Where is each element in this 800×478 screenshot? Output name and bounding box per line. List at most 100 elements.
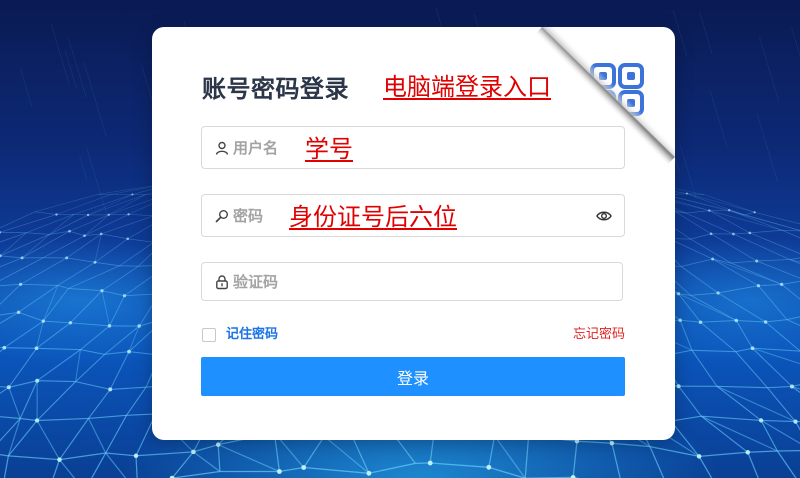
- network-link: [88, 414, 127, 419]
- network-link: [691, 349, 736, 353]
- network-node: [758, 418, 764, 423]
- network-link: [0, 416, 21, 420]
- network-link: [699, 12, 713, 55]
- network-node: [696, 454, 702, 459]
- network-link: [70, 322, 110, 327]
- network-link: [777, 449, 800, 452]
- network-link: [765, 321, 800, 352]
- network-node: [108, 387, 113, 392]
- network-node: [55, 213, 58, 216]
- network-link: [781, 284, 800, 300]
- network-link: [8, 387, 21, 419]
- network-node: [35, 378, 40, 383]
- network-link: [20, 257, 67, 285]
- network-link: [0, 255, 23, 259]
- network-node: [734, 318, 739, 323]
- network-link: [0, 211, 36, 229]
- login-title: 账号密码登录: [202, 75, 349, 103]
- login-button[interactable]: 登录: [201, 357, 625, 396]
- network-link: [59, 452, 106, 461]
- username-field-box: [201, 126, 625, 169]
- network-node: [41, 319, 46, 323]
- network-node: [131, 193, 134, 196]
- network-node: [711, 257, 715, 261]
- network-node: [107, 213, 111, 216]
- network-link: [690, 233, 712, 240]
- network-link: [94, 261, 120, 267]
- forgot-password-link[interactable]: 忘记密码: [573, 327, 625, 343]
- password-input[interactable]: [202, 195, 624, 236]
- network-node: [790, 384, 794, 389]
- network-node: [6, 385, 11, 390]
- remember-checkbox[interactable]: [202, 328, 216, 342]
- network-node: [16, 310, 21, 315]
- network-node: [676, 384, 681, 389]
- network-link: [716, 385, 768, 389]
- network-link: [52, 459, 61, 478]
- network-node: [126, 237, 130, 241]
- network-link: [767, 385, 793, 389]
- network-link: [34, 211, 57, 215]
- network-node: [93, 260, 97, 264]
- network-link: [68, 265, 120, 289]
- network-node: [127, 213, 130, 216]
- network-link: [19, 380, 38, 419]
- network-node: [732, 232, 735, 236]
- network-link: [303, 466, 369, 474]
- network-link: [101, 290, 110, 326]
- network-node: [685, 192, 688, 195]
- network-link: [0, 386, 10, 394]
- network-node: [133, 453, 139, 459]
- network-link: [101, 215, 154, 235]
- network-node: [19, 282, 23, 286]
- network-link: [524, 435, 530, 478]
- username-input[interactable]: [202, 127, 624, 168]
- network-node: [763, 320, 768, 324]
- eye-icon[interactable]: [596, 210, 612, 222]
- network-link: [127, 238, 154, 243]
- network-link: [368, 462, 416, 474]
- network-link: [494, 435, 526, 478]
- network-node: [215, 442, 221, 447]
- captcha-input[interactable]: [202, 263, 622, 300]
- network-link: [171, 451, 194, 478]
- network-link: [735, 320, 753, 349]
- network-link: [75, 354, 105, 382]
- network-link: [105, 415, 128, 454]
- network-link: [744, 214, 800, 231]
- network-link: [0, 311, 19, 316]
- network-link: [0, 232, 27, 257]
- network-link: [765, 319, 787, 323]
- network-node: [99, 232, 103, 236]
- network-link: [729, 209, 783, 231]
- network-link: [680, 266, 719, 294]
- network-link: [791, 386, 800, 394]
- network-node: [676, 292, 681, 296]
- network-link: [685, 210, 710, 214]
- remember-label[interactable]: 记住密码: [226, 327, 278, 343]
- network-link: [744, 211, 755, 216]
- network-link: [752, 347, 793, 387]
- network-link: [791, 27, 800, 57]
- network-link: [86, 147, 107, 215]
- network-link: [57, 261, 96, 286]
- network-node: [34, 418, 40, 423]
- network-link: [766, 387, 796, 422]
- network-link: [754, 211, 800, 225]
- network-link: [786, 319, 800, 327]
- network-link: [110, 386, 147, 390]
- network-link: [26, 213, 75, 234]
- network-link: [26, 232, 50, 235]
- network-link: [649, 446, 665, 478]
- network-node: [755, 259, 759, 263]
- network-link: [678, 293, 737, 321]
- network-link: [68, 38, 87, 98]
- network-node: [750, 346, 755, 351]
- network-link: [430, 462, 489, 468]
- network-node: [780, 282, 784, 286]
- network-link: [709, 90, 728, 148]
- network-link: [0, 214, 57, 233]
- network-link: [59, 459, 76, 478]
- network-link: [43, 320, 71, 324]
- network-link: [0, 453, 9, 457]
